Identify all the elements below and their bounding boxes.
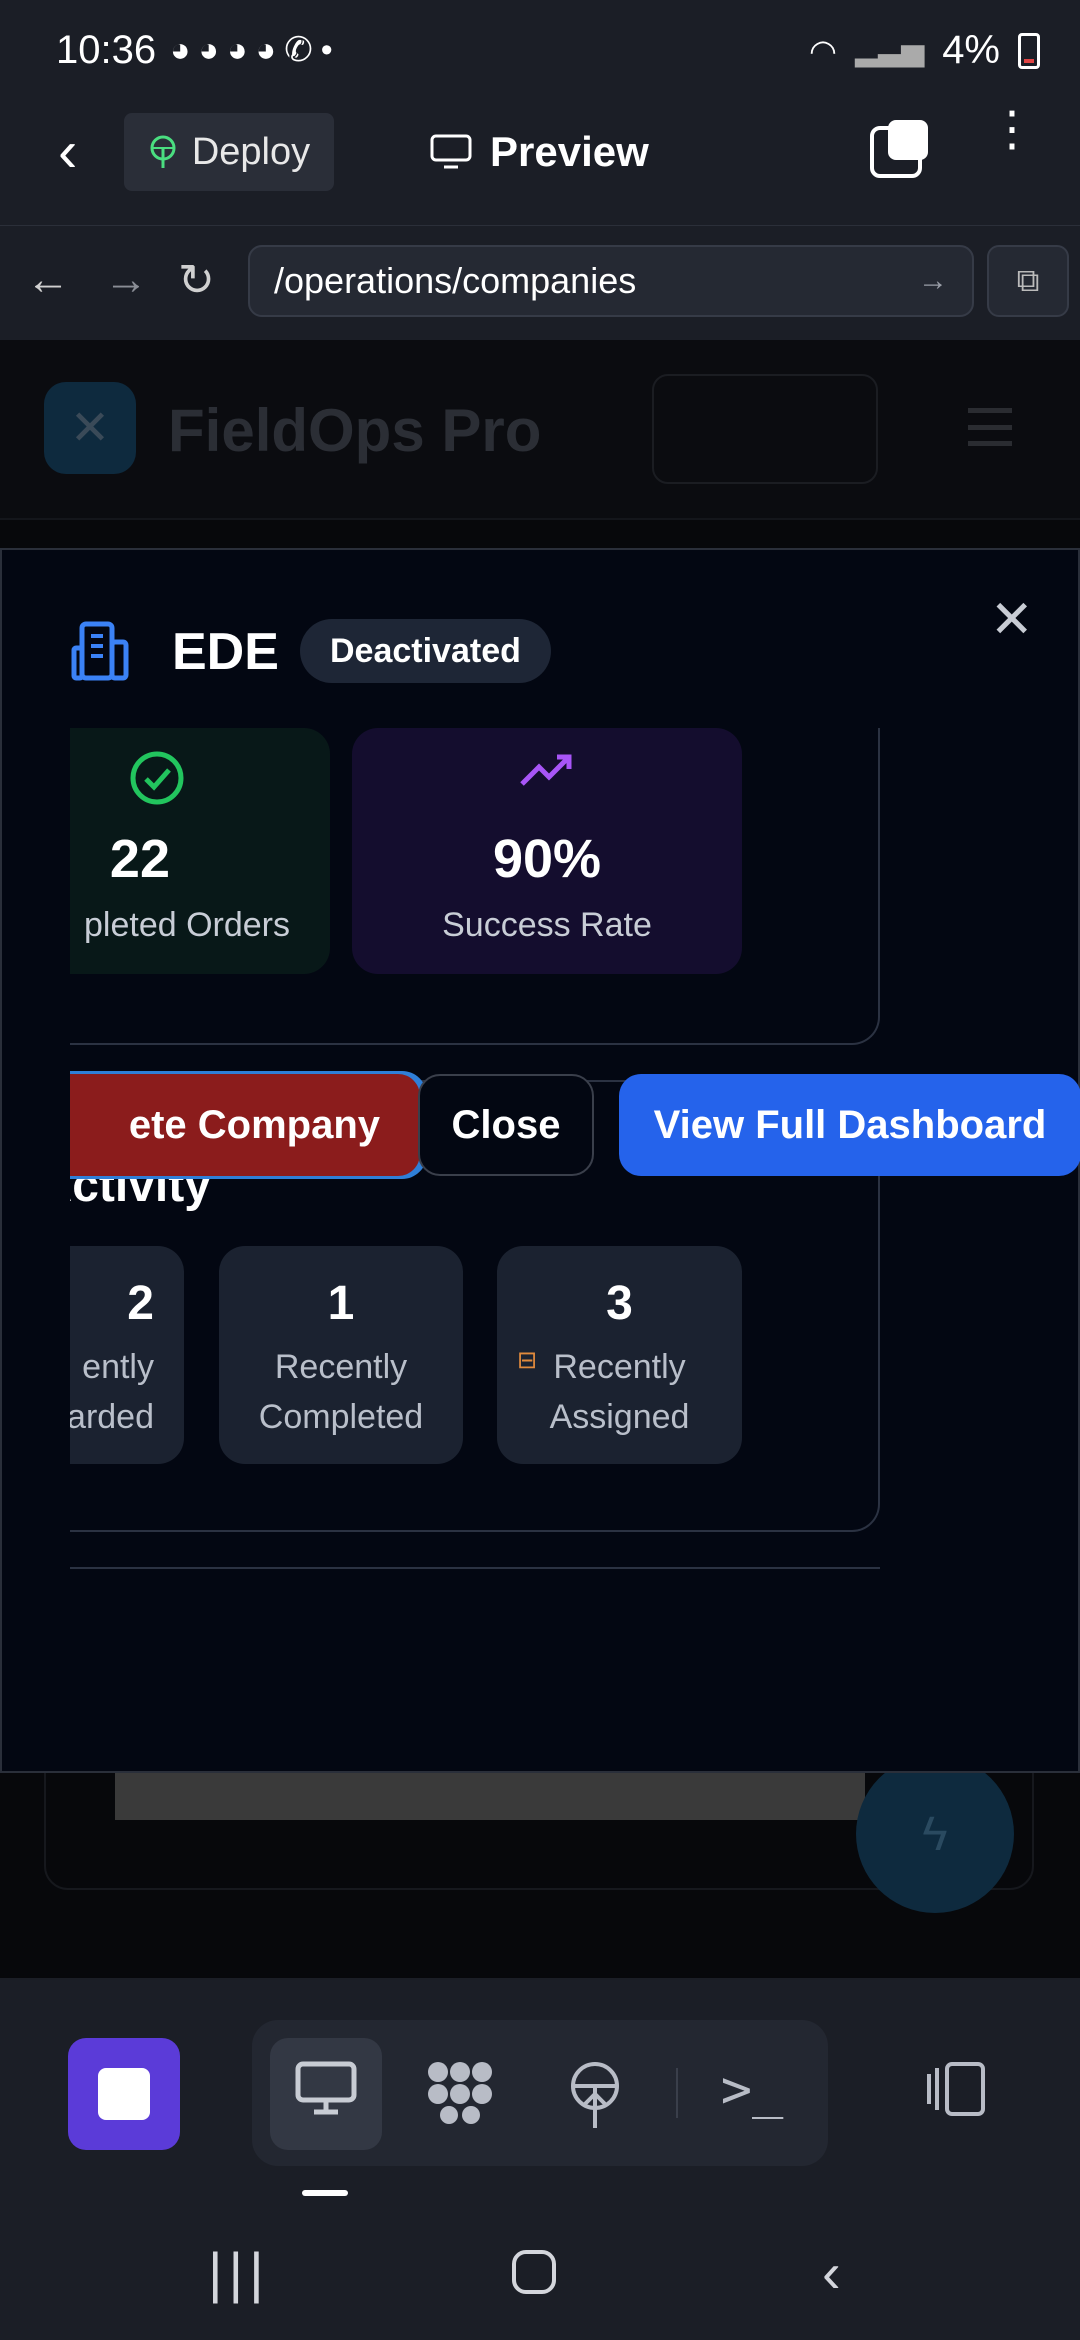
close-icon[interactable]: ✕ [990,590,1034,650]
stat-completed-orders: 22 pleted Orders [70,728,330,974]
activity-card: ⊟ 3 Recently Assigned [497,1246,742,1464]
check-circle-icon [130,751,184,805]
browser-back-icon[interactable]: ← [26,255,70,305]
preview-label: Preview [490,128,649,175]
activity-card: 2 ently arded [70,1246,184,1464]
activity-label: ently arded [70,1342,184,1442]
activity-label-line: Completed [258,1398,424,1436]
quick-action-fab: ϟ [856,1755,1014,1913]
activity-value: 3 [606,1277,633,1330]
messenger-icon: ◕ [227,31,256,69]
stat-value: 90% [492,829,602,889]
messenger-icon: ◕ [170,31,199,69]
battery-text: 4% [942,28,1000,72]
go-arrow-icon[interactable]: → [918,264,948,298]
stat-value: 22 [109,829,170,889]
activity-value: 2 [127,1277,154,1330]
page-app-title: FieldOps Pro [168,397,542,464]
stop-button[interactable] [68,2038,180,2150]
signal-icon: ▂▃▅ [854,34,925,67]
hamburger-menu-icon [968,408,1012,446]
deploy-button[interactable]: Deploy [124,113,334,191]
home-icon[interactable] [510,2244,558,2309]
preview-tab[interactable]: Preview [430,124,649,180]
packages-icon[interactable] [420,2060,500,2138]
building-icon [71,621,129,681]
deploy-icon [150,135,176,168]
missed-call-icon: ✆ [284,31,321,69]
activity-label-line: Recently [274,1348,408,1386]
browser-forward-icon[interactable]: → [104,255,148,305]
activity-label: Recently Completed [219,1342,463,1442]
messenger-icon: ◕ [255,31,285,69]
trending-up-icon [520,754,572,786]
back-arrow-icon[interactable]: ‹ [58,123,77,181]
activity-label-line: Assigned [549,1398,690,1436]
monitor-icon[interactable] [286,2060,366,2130]
wifi-icon: ◠ [809,32,837,69]
toolbar-separator [676,2068,678,2118]
activity-label-line: arded [70,1398,154,1436]
tools-logo-icon: ✕ [44,382,136,474]
delete-company-button[interactable]: ete Company [70,1074,420,1176]
stat-label: pleted Orders [84,906,290,944]
recent-apps-icon[interactable]: ||| [208,2240,270,2305]
panel-toggle-icon[interactable] [916,2060,996,2132]
url-field[interactable]: /operations/companies → [248,245,974,317]
modal-scroll-area[interactable]: 22 pleted Orders 90% Success Rate t Acti… [70,728,1080,1728]
view-dashboard-button[interactable]: View Full Dashboard [619,1074,1080,1176]
status-right: ◠ ▂▃▅ 4% [809,28,1040,73]
close-button[interactable]: Close [418,1074,594,1176]
notification-icons: ◕◕◕◕✆• [170,30,341,70]
activity-label-line: Recently [553,1348,686,1386]
tabs-icon[interactable] [870,120,928,178]
url-text: /operations/companies [274,260,637,301]
activity-label-line: ently [82,1348,154,1386]
divider [70,1567,880,1569]
battery-icon [1018,32,1040,69]
company-name: EDE [172,623,279,681]
reload-icon[interactable]: ↻ [178,255,215,306]
system-back-icon[interactable]: ‹ [822,2240,841,2305]
terminal-icon[interactable]: >_ [712,2060,792,2120]
activity-label: Recently Assigned [497,1342,742,1442]
stat-success-rate: 90% Success Rate [352,728,742,974]
activity-card: 1 Recently Completed [219,1246,463,1464]
open-external-icon[interactable]: ⧉ [987,245,1069,317]
status-badge: Deactivated [300,619,551,683]
stat-label: Success Rate [442,906,652,944]
company-selector [652,374,878,484]
activity-value: 1 [327,1277,355,1330]
dot-icon: • [320,31,341,69]
deploy-label: Deploy [191,130,311,173]
deploy-tool-icon[interactable] [555,2060,635,2144]
monitor-icon [430,134,472,169]
status-time: 10:36 [56,28,157,72]
messenger-icon: ◕ [198,31,228,69]
more-options-icon[interactable]: ⋮ [988,106,1036,154]
active-tab-indicator [302,2190,348,2196]
